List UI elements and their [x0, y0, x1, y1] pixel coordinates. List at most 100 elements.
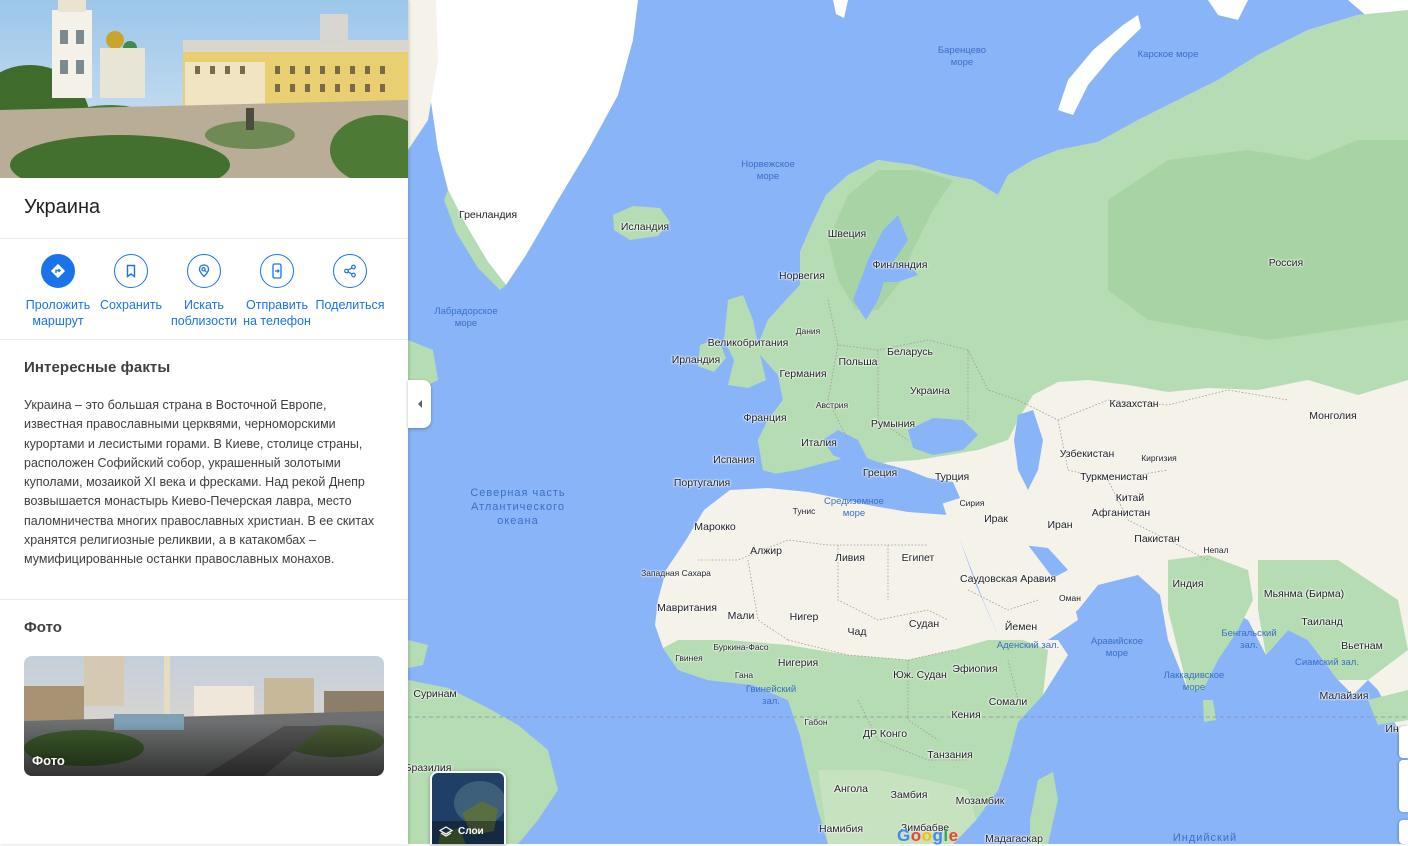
- chevron-left-icon: [417, 400, 422, 408]
- country-label[interactable]: Австрия: [816, 400, 848, 410]
- country-label[interactable]: Франция: [743, 412, 786, 424]
- country-label[interactable]: Таиланд: [1301, 616, 1343, 628]
- country-label[interactable]: Западная Сахара: [641, 568, 711, 578]
- country-label[interactable]: Туркменистан: [1080, 471, 1148, 483]
- country-label[interactable]: Швеция: [828, 228, 867, 240]
- country-label[interactable]: Гренландия: [459, 209, 517, 221]
- water-label: Сиамский зал.: [1295, 657, 1359, 668]
- country-label[interactable]: Кения: [951, 709, 980, 721]
- water-label: Аравийское море: [1090, 636, 1144, 659]
- save-button[interactable]: Сохранить: [94, 254, 168, 313]
- country-label[interactable]: Мозамбик: [956, 795, 1005, 807]
- country-label[interactable]: Румыния: [871, 418, 915, 430]
- country-label[interactable]: Финляндия: [873, 259, 928, 271]
- country-label[interactable]: Юж. Судан: [893, 669, 947, 681]
- country-label[interactable]: Норвегия: [779, 270, 825, 282]
- send-to-phone-icon: [260, 254, 294, 288]
- country-label[interactable]: Португалия: [674, 477, 730, 489]
- divider: [0, 238, 408, 239]
- hero-photo[interactable]: [0, 0, 408, 178]
- layers-button[interactable]: Слои: [430, 771, 506, 844]
- country-label[interactable]: Беларусь: [887, 346, 933, 358]
- country-label[interactable]: Суринам: [413, 688, 456, 700]
- place-title: Украина: [24, 196, 101, 218]
- country-label[interactable]: Гвинея: [675, 653, 702, 663]
- place-panel: Украина Проложить маршрут Сохранить Иска…: [0, 0, 408, 844]
- country-label[interactable]: Габон: [804, 717, 827, 727]
- country-label[interactable]: Великобритания: [708, 337, 789, 349]
- country-label[interactable]: Германия: [779, 368, 826, 380]
- country-label[interactable]: ДР Конго: [863, 728, 907, 740]
- country-label[interactable]: Греция: [863, 467, 897, 479]
- country-label[interactable]: Казахстан: [1109, 398, 1158, 410]
- country-label[interactable]: Йемен: [1005, 621, 1037, 633]
- country-label[interactable]: Мали: [728, 610, 755, 622]
- bookmark-icon: [114, 254, 148, 288]
- country-label[interactable]: Ангола: [834, 783, 868, 795]
- directions-button[interactable]: Проложить маршрут: [21, 254, 95, 329]
- country-label[interactable]: Замбия: [891, 789, 928, 801]
- divider: [0, 599, 408, 600]
- country-label[interactable]: Нигер: [790, 611, 819, 623]
- water-label: Норвежское море: [741, 159, 795, 182]
- country-label[interactable]: Оман: [1059, 593, 1081, 603]
- country-label[interactable]: Исландия: [621, 221, 669, 233]
- country-label[interactable]: Нигерия: [778, 657, 818, 669]
- country-label[interactable]: Индия: [1172, 578, 1203, 590]
- country-label[interactable]: Эфиопия: [952, 663, 997, 675]
- country-label[interactable]: Мавритания: [657, 602, 717, 614]
- country-label[interactable]: Киргизия: [1141, 453, 1177, 463]
- divider: [0, 339, 408, 340]
- country-label[interactable]: Буркина-Фасо: [713, 642, 768, 652]
- country-label[interactable]: Гана: [735, 670, 753, 680]
- country-label[interactable]: Италия: [801, 437, 837, 449]
- map-canvas[interactable]: Гренландия Исландия Швеция Финляндия Норвеги…: [408, 0, 1408, 844]
- action-bar: Проложить маршрут Сохранить Искать побли…: [0, 254, 408, 334]
- country-label[interactable]: Узбекистан: [1060, 448, 1115, 460]
- country-label[interactable]: Мадагаскар: [985, 833, 1043, 844]
- country-label[interactable]: Китай: [1116, 492, 1144, 504]
- country-label[interactable]: Пакистан: [1134, 533, 1179, 545]
- layers-label: Слои: [458, 826, 484, 837]
- country-label[interactable]: Саудовская Аравия: [960, 573, 1056, 585]
- country-label[interactable]: Россия: [1269, 257, 1303, 269]
- zoom-out-button[interactable]: [1399, 760, 1408, 812]
- nearby-button[interactable]: Искать поблизости: [167, 254, 241, 329]
- share-button[interactable]: Поделиться: [313, 254, 387, 313]
- photo-card[interactable]: Фото: [24, 656, 384, 776]
- photo-card-label: Фото: [32, 753, 65, 768]
- country-label[interactable]: Чад: [848, 626, 867, 638]
- country-label[interactable]: Испания: [713, 454, 755, 466]
- collapse-panel-button[interactable]: [408, 380, 431, 428]
- country-label[interactable]: Судан: [909, 618, 939, 630]
- country-label[interactable]: Мьянма (Бирма): [1264, 588, 1344, 600]
- country-label[interactable]: Сомали: [989, 696, 1027, 708]
- country-label[interactable]: Иран: [1047, 519, 1072, 531]
- country-label[interactable]: Малайзия: [1320, 690, 1369, 702]
- country-label[interactable]: Польша: [838, 356, 877, 368]
- country-label[interactable]: Ливия: [835, 552, 865, 564]
- country-label[interactable]: Намибия: [819, 823, 863, 835]
- country-label[interactable]: Сирия: [960, 498, 985, 508]
- country-label[interactable]: Алжир: [750, 545, 782, 557]
- layers-icon: [439, 826, 453, 837]
- country-label[interactable]: Вьетнам: [1341, 640, 1383, 652]
- send-to-phone-label: Отправить на телефон: [243, 298, 311, 328]
- country-label[interactable]: Тунис: [793, 506, 816, 516]
- country-label[interactable]: Афганистан: [1092, 507, 1150, 519]
- map-control[interactable]: [1399, 820, 1408, 844]
- country-label[interactable]: Марокко: [694, 521, 736, 533]
- country-label[interactable]: Украина: [910, 385, 950, 397]
- country-label[interactable]: Ирак: [984, 513, 1008, 525]
- directions-label: Проложить маршрут: [25, 298, 91, 328]
- country-label[interactable]: Монголия: [1309, 410, 1356, 422]
- google-logo-letter: e: [948, 826, 959, 845]
- country-label[interactable]: Турция: [935, 471, 969, 483]
- country-label[interactable]: Египет: [902, 552, 935, 564]
- send-to-phone-button[interactable]: Отправить на телефон: [240, 254, 314, 329]
- country-label[interactable]: Ирландия: [672, 354, 720, 366]
- country-label[interactable]: Танзания: [927, 749, 973, 761]
- country-label[interactable]: Дания: [796, 326, 821, 336]
- zoom-in-button[interactable]: [1399, 726, 1408, 758]
- country-label[interactable]: Непал: [1203, 545, 1228, 555]
